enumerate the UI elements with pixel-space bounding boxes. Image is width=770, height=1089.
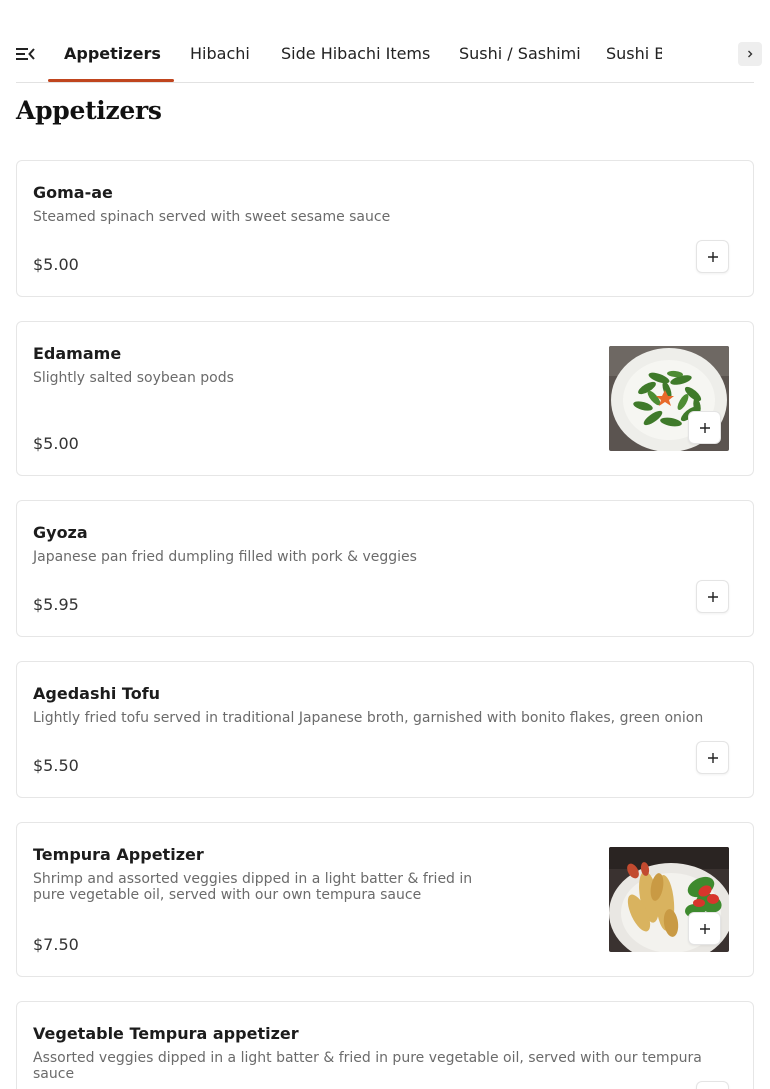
add-to-cart-button[interactable] <box>696 580 729 613</box>
menu-item-card[interactable]: Agedashi Tofu Lightly fried tofu served … <box>16 661 754 798</box>
item-price: $5.00 <box>33 255 79 274</box>
plus-icon <box>708 592 718 602</box>
item-description: Lightly fried tofu served in traditional… <box>33 710 704 726</box>
item-price: $7.50 <box>33 935 79 954</box>
item-price: $5.95 <box>33 595 79 614</box>
item-description: Steamed spinach served with sweet sesame… <box>33 209 391 225</box>
menu-item-card[interactable]: Vegetable Tempura appetizer Assorted veg… <box>16 1001 754 1089</box>
item-description: Japanese pan fried dumpling filled with … <box>33 549 417 565</box>
nav-divider <box>16 82 754 83</box>
item-description: Shrimp and assorted veggies dipped in a … <box>33 871 473 903</box>
tab-sushi-sashimi[interactable]: Sushi / Sashimi <box>459 28 581 82</box>
item-name: Tempura Appetizer <box>33 845 204 864</box>
add-to-cart-button[interactable] <box>696 1081 729 1089</box>
section-title: Appetizers <box>16 96 162 125</box>
tab-hibachi[interactable]: Hibachi <box>190 28 250 82</box>
item-name: Agedashi Tofu <box>33 684 161 703</box>
item-name: Vegetable Tempura appetizer <box>33 1024 299 1043</box>
tab-label: Sushi Bar Entrees <box>606 44 662 63</box>
add-to-cart-button[interactable] <box>696 741 729 774</box>
item-name: Gyoza <box>33 523 88 542</box>
tab-label: Side Hibachi Items <box>281 44 431 63</box>
menu-item-card[interactable]: Gyoza Japanese pan fried dumpling filled… <box>16 500 754 637</box>
add-to-cart-button[interactable] <box>688 912 721 945</box>
menu-item-card[interactable]: Goma-ae Steamed spinach served with swee… <box>16 160 754 297</box>
plus-icon <box>708 753 718 763</box>
category-tabs: Appetizers Hibachi Side Hibachi Items Su… <box>48 28 662 82</box>
tab-label: Sushi / Sashimi <box>459 44 581 63</box>
tab-appetizers[interactable]: Appetizers <box>48 28 174 82</box>
item-name: Edamame <box>33 344 122 363</box>
item-price: $5.50 <box>33 756 79 775</box>
menu-item-card[interactable]: Edamame Slightly salted soybean pods $5.… <box>16 321 754 476</box>
item-description: Slightly salted soybean pods <box>33 370 234 386</box>
item-description: Assorted veggies dipped in a light batte… <box>33 1050 702 1082</box>
tab-side-hibachi-items[interactable]: Side Hibachi Items <box>281 28 430 82</box>
menu-collapse-icon[interactable] <box>14 44 36 64</box>
scroll-right-button[interactable] <box>738 42 762 66</box>
add-to-cart-button[interactable] <box>696 240 729 273</box>
plus-icon <box>700 423 710 433</box>
chevron-right-icon <box>748 50 753 58</box>
item-name: Goma-ae <box>33 183 113 202</box>
menu-item-card[interactable]: Tempura Appetizer Shrimp and assorted ve… <box>16 822 754 977</box>
plus-icon <box>700 924 710 934</box>
add-to-cart-button[interactable] <box>688 411 721 444</box>
category-nav: Appetizers Hibachi Side Hibachi Items Su… <box>0 0 770 83</box>
tab-label: Hibachi <box>190 44 250 63</box>
plus-icon <box>708 252 718 262</box>
item-price: $5.00 <box>33 434 79 453</box>
tab-sushi-bar-entrees[interactable]: Sushi Bar Entrees <box>606 28 662 82</box>
tab-label: Appetizers <box>64 44 161 63</box>
